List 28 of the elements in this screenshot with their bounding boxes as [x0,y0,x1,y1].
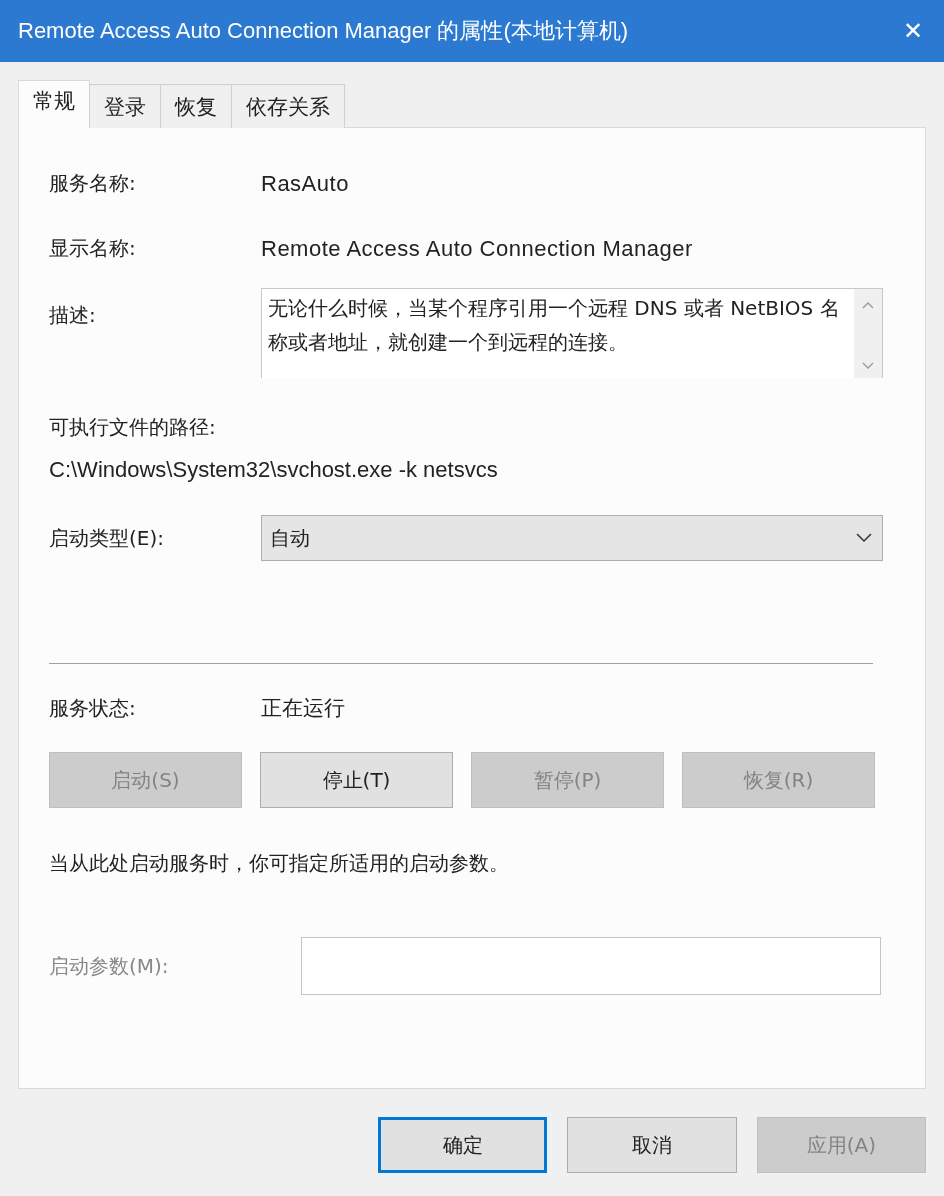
field-value: Remote Access Auto Connection Manager [261,235,693,262]
scrollbar[interactable] [854,289,882,378]
description-box[interactable]: 无论什么时候，当某个程序引用一个远程 DNS 或者 NetBIOS 名称或者地址，就创建一个到远程的连接。 [261,288,883,378]
window-title: Remote Access Auto Connection Manager 的属性(本地计算机) [18,17,629,45]
close-button[interactable]: ✕ [882,0,944,62]
hint-text: 当从此处启动服务时，你可指定所适用的启动参数。 [49,850,509,877]
chevron-down-icon [856,533,872,543]
field-label: 显示名称: [49,235,137,262]
tab[interactable]: 依存关系 [231,84,345,128]
scroll-down-icon[interactable] [862,362,874,370]
field-value: RasAuto [261,170,349,197]
scroll-up-icon[interactable] [862,301,874,309]
field-label: 服务状态: [49,694,137,722]
dialog-button[interactable]: 确定 [378,1117,548,1173]
field-label: 可执行文件的路径: [49,414,216,441]
startup-type-dropdown[interactable]: 自动 [261,515,883,561]
service-button[interactable]: 停止(T) [260,752,453,808]
field-label: 启动类型(E): [49,524,165,552]
dialog-button[interactable]: 取消 [567,1117,737,1173]
path-text: C:\Windows\System32\svchost.exe -k netsvcs [49,457,498,483]
field-label: 服务名称: [49,170,137,197]
tab[interactable]: 常规 [18,80,90,128]
field-label: 启动参数(M): [49,952,170,980]
description-text: 无论什么时候，当某个程序引用一个远程 DNS 或者 NetBIOS 名称或者地址，就创建一个到远程的连接。 [267,295,841,356]
status-value: 正在运行 [261,695,345,722]
field-label: 描述: [49,302,97,329]
tab[interactable]: 登录 [89,84,161,128]
tab[interactable]: 恢复 [160,84,232,128]
